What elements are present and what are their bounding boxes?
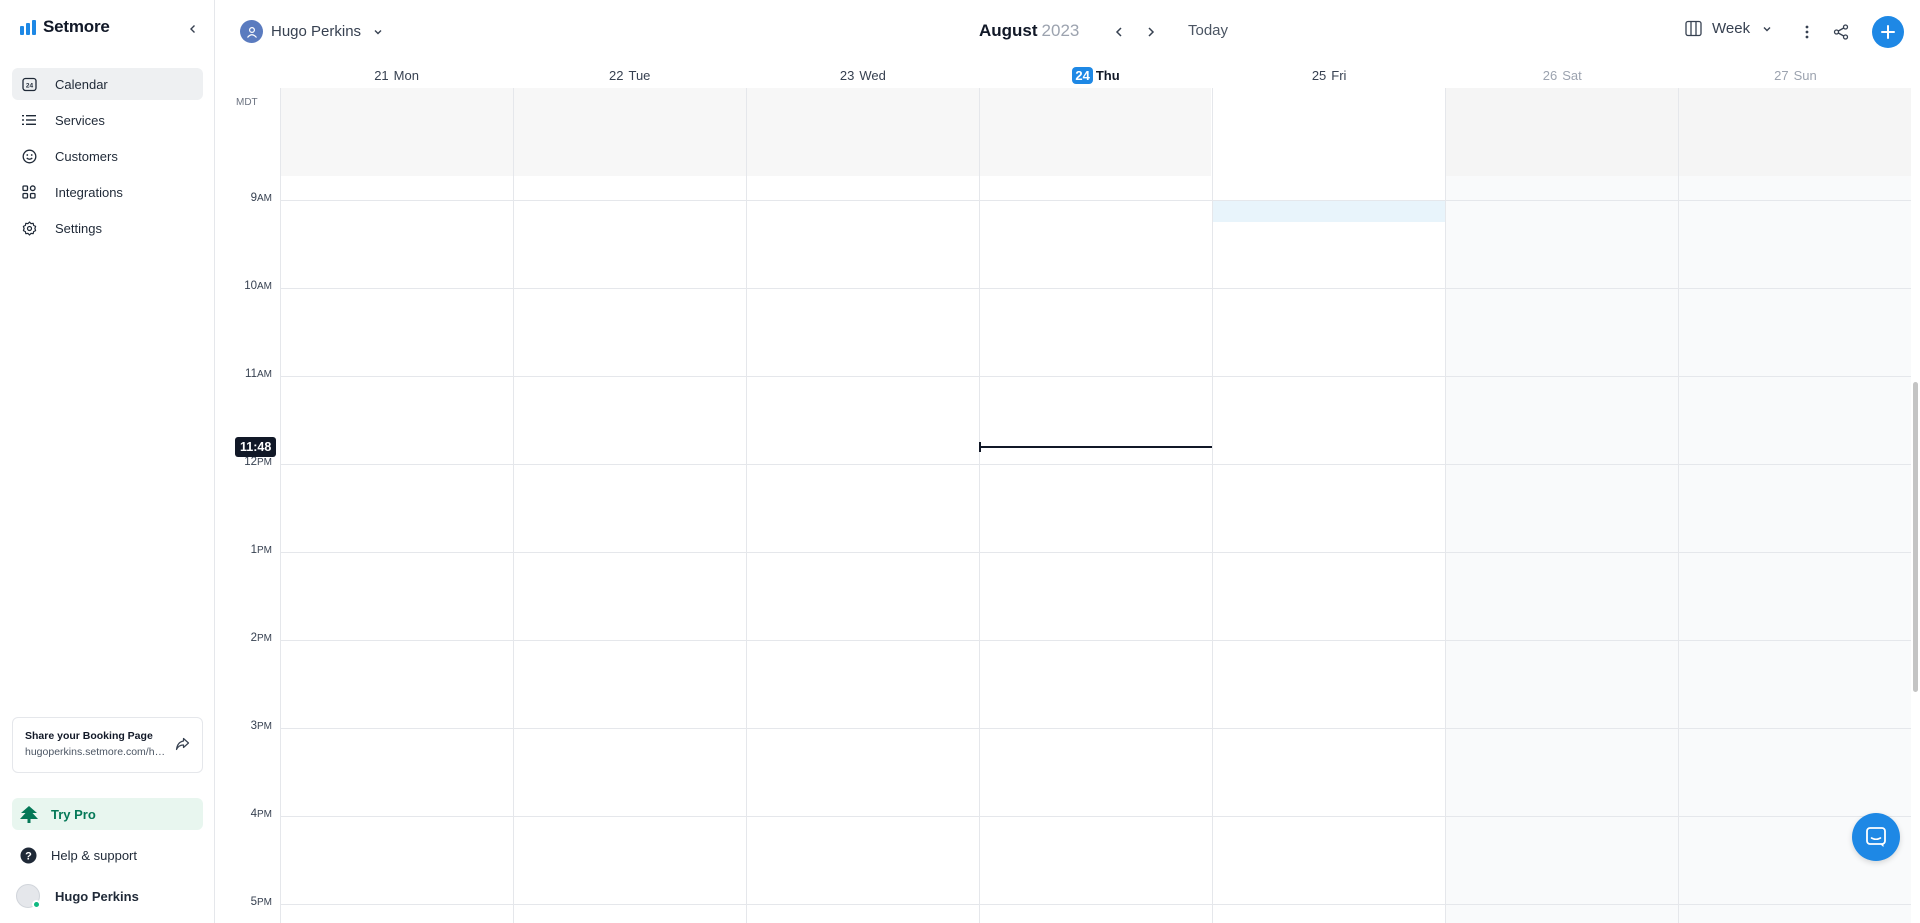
plus-icon — [1881, 25, 1895, 39]
current-time-line — [979, 442, 1212, 452]
calendar-header: Hugo Perkins August 2023 Today Week — [216, 0, 1920, 64]
day-header-thu-today[interactable]: 24 Thu — [979, 64, 1212, 88]
hour-label: 3PM — [250, 720, 272, 732]
day-headers: 21 Mon 22 Tue 23 Wed 24 Thu 25 Fri 26 Sat 27 Su… — [280, 64, 1912, 88]
hour-label: 10AM — [244, 280, 272, 292]
view-label: Week — [1712, 20, 1751, 37]
sidebar-item-label: Settings — [55, 220, 102, 236]
online-status-dot — [32, 900, 41, 909]
chevron-left-icon — [190, 25, 195, 33]
help-label: Help & support — [51, 847, 137, 863]
hour-label: 5PM — [250, 896, 272, 908]
vertical-scrollbar[interactable] — [1913, 382, 1918, 692]
try-pro-button[interactable]: Try Pro — [12, 798, 203, 830]
sidebar-item-services[interactable]: Services — [12, 104, 203, 136]
svg-text:24: 24 — [25, 82, 33, 89]
share-button[interactable] — [1829, 20, 1853, 44]
smiley-icon — [21, 148, 37, 164]
day-header-sat[interactable]: 26 Sat — [1446, 64, 1679, 88]
day-header-wed[interactable]: 23 Wed — [746, 64, 979, 88]
try-pro-label: Try Pro — [51, 806, 96, 822]
staff-selector[interactable]: Hugo Perkins — [240, 20, 383, 43]
sidebar-item-label: Calendar — [55, 76, 108, 92]
calendar-24-icon: 24 — [21, 76, 37, 92]
hour-label: 9AM — [250, 192, 272, 204]
hour-label: 11AM — [245, 368, 272, 380]
current-time-badge: 11:48 — [235, 437, 277, 457]
hour-label: 4PM — [250, 808, 272, 820]
day-header-fri[interactable]: 25 Fri — [1213, 64, 1446, 88]
add-appointment-button[interactable] — [1872, 16, 1904, 48]
staff-name: Hugo Perkins — [271, 23, 362, 40]
sidebar: Setmore 24 Calendar Services Customers I… — [0, 0, 215, 923]
week-time-grid[interactable]: 9AM 10AM 11AM 12PM 1PM 2PM 3PM 4PM 5PM 1… — [216, 88, 1911, 923]
logo-bars-icon — [20, 19, 37, 35]
sidebar-item-label: Customers — [55, 148, 118, 164]
user-profile-button[interactable]: Hugo Perkins — [12, 880, 203, 912]
chat-support-button[interactable] — [1852, 813, 1900, 861]
share-booking-page-card[interactable]: Share your Booking Page hugoperkins.setm… — [12, 717, 203, 773]
help-circle-icon: ? — [20, 847, 37, 864]
hover-slot-highlight[interactable] — [1213, 200, 1445, 222]
hour-label: 12PM — [244, 456, 272, 468]
hour-label: 1PM — [250, 544, 272, 556]
sidebar-item-integrations[interactable]: Integrations — [12, 176, 203, 208]
logo-text: Setmore — [43, 17, 110, 36]
tree-icon — [19, 805, 39, 823]
day-header-sun[interactable]: 27 Sun — [1679, 64, 1912, 88]
user-name: Hugo Perkins — [55, 888, 139, 904]
hour-label: 2PM — [250, 632, 272, 644]
day-header-tue[interactable]: 22 Tue — [513, 64, 746, 88]
columns-view-icon — [1685, 20, 1702, 37]
sidebar-item-settings[interactable]: Settings — [12, 212, 203, 244]
month-year-title: August 2023 — [979, 21, 1079, 41]
collapse-sidebar-button[interactable] — [182, 18, 204, 40]
sidebar-item-customers[interactable]: Customers — [12, 140, 203, 172]
more-vertical-icon — [1805, 25, 1809, 39]
grid-apps-icon — [21, 184, 37, 200]
more-options-button[interactable] — [1795, 20, 1819, 44]
chat-icon — [1866, 827, 1886, 847]
day-header-mon[interactable]: 21 Mon — [280, 64, 513, 88]
chevron-left-icon — [1115, 27, 1122, 37]
chevron-right-icon — [1148, 27, 1155, 37]
setmore-logo[interactable]: Setmore — [20, 16, 110, 38]
chevron-down-icon — [374, 29, 382, 34]
share-nodes-icon — [1833, 24, 1849, 40]
month-label: August — [979, 21, 1038, 40]
year-label: 2023 — [1041, 21, 1080, 40]
sidebar-item-calendar[interactable]: 24 Calendar — [12, 68, 203, 100]
help-support-button[interactable]: ? Help & support — [12, 839, 203, 871]
gear-icon — [21, 220, 37, 236]
chevron-down-icon — [1763, 26, 1771, 31]
user-icon — [240, 20, 263, 43]
svg-text:?: ? — [25, 850, 32, 862]
share-card-url: hugoperkins.setmore.com/hugo — [25, 746, 167, 758]
sidebar-item-label: Services — [55, 112, 105, 128]
previous-week-button[interactable] — [1109, 22, 1129, 42]
avatar — [16, 884, 41, 909]
sidebar-item-label: Integrations — [55, 184, 123, 200]
next-week-button[interactable] — [1141, 22, 1161, 42]
sidebar-nav: 24 Calendar Services Customers Integrati… — [12, 68, 203, 248]
today-button[interactable]: Today — [1188, 22, 1228, 39]
share-arrow-icon[interactable] — [175, 737, 190, 756]
list-icon — [21, 112, 37, 128]
view-selector[interactable]: Week — [1685, 20, 1772, 37]
